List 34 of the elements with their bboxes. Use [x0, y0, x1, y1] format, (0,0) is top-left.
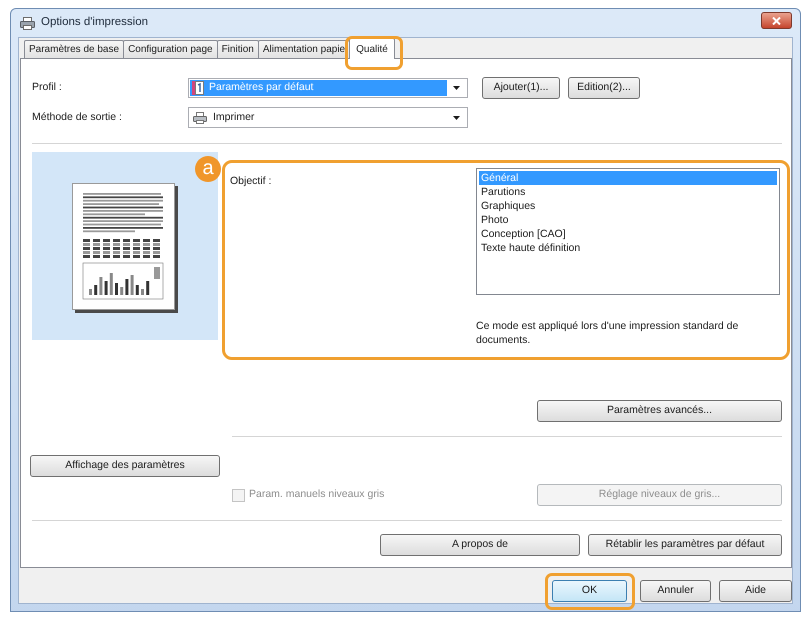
- about-button[interactable]: A propos de: [380, 534, 580, 556]
- field-label: Objectif :: [230, 175, 272, 187]
- field-label: Profil :: [32, 80, 63, 96]
- restore-defaults-button[interactable]: Rétablir les paramètres par défaut: [588, 534, 782, 556]
- tab[interactable]: Finition: [216, 40, 259, 58]
- advanced-settings-button[interactable]: Paramètres avancés...: [537, 400, 782, 422]
- output-method-dropdown[interactable]: Imprimer: [188, 107, 468, 128]
- dropdown-arrow-icon: [453, 116, 460, 120]
- settings-display-button[interactable]: Affichage des paramètres: [30, 455, 220, 477]
- add-profile-button[interactable]: Ajouter(1)...: [482, 77, 560, 99]
- listbox[interactable]: Général Parutions Graphiques Photo Conception [CAO] Texte haute définition: [476, 168, 780, 295]
- edit-profile-button[interactable]: Edition(2)...: [568, 77, 640, 99]
- cancel-button[interactable]: Annuler: [640, 580, 711, 602]
- window-title: Options d'impression: [41, 15, 148, 30]
- tab[interactable]: Qualité: [349, 38, 395, 59]
- field-label: Méthode de sortie :: [32, 110, 123, 125]
- description-text: Ce mode est appliqué lors d'une impression standard de documents.: [476, 319, 740, 347]
- list-item[interactable]: Photo: [479, 213, 777, 227]
- printer-icon: [193, 112, 207, 124]
- document-icon: [192, 81, 204, 95]
- printer-icon: [20, 16, 35, 30]
- ok-button[interactable]: OK: [552, 580, 627, 602]
- list-item[interactable]: Conception [CAO]: [479, 227, 777, 241]
- list-item[interactable]: Parutions: [479, 185, 777, 199]
- tab[interactable]: Paramètres de base: [24, 40, 124, 58]
- list-item[interactable]: Texte haute définition: [479, 241, 777, 255]
- help-button[interactable]: Aide: [719, 580, 792, 602]
- checkbox-label: Param. manuels niveaux gris: [249, 487, 384, 502]
- close-button[interactable]: [761, 12, 792, 29]
- tab[interactable]: Alimentation papie: [258, 40, 350, 58]
- dropdown-arrow-icon: [453, 86, 460, 90]
- tab[interactable]: Configuration page: [123, 40, 218, 58]
- close-icon: [772, 16, 781, 24]
- list-item[interactable]: Graphiques: [479, 199, 777, 213]
